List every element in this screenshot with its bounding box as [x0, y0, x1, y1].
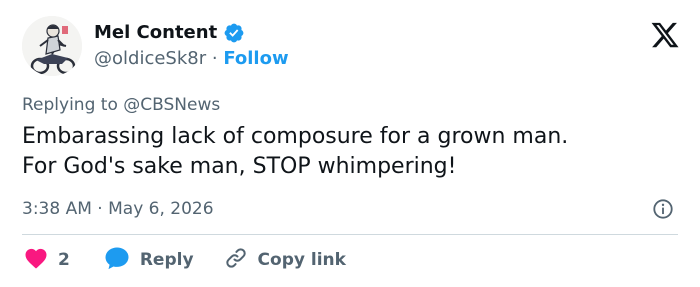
tweet-text: Embarassing lack of composure for a grow… — [22, 122, 672, 182]
divider — [22, 234, 678, 235]
author-display-name[interactable]: Mel Content — [94, 22, 217, 44]
reply-button[interactable]: Reply — [104, 246, 194, 275]
tweet-text-line: For God's sake man, STOP whimpering! — [22, 154, 457, 179]
tweet-date: May 6, 2026 — [108, 199, 214, 219]
link-icon — [224, 246, 248, 275]
tweet-text-line: Embarassing lack of composure for a grow… — [22, 124, 569, 149]
tweet-timestamp[interactable]: 3:38 AM · May 6, 2026 — [22, 198, 214, 220]
follow-link[interactable]: Follow — [223, 48, 288, 69]
tweet-time: 3:38 AM — [22, 199, 92, 219]
author-handle-row: @oldiceSk8r · Follow — [94, 48, 289, 70]
replying-to-handle[interactable]: @CBSNews — [123, 95, 220, 115]
heart-icon — [24, 247, 48, 274]
reply-label: Reply — [139, 250, 194, 270]
like-button[interactable]: 2 — [24, 247, 70, 274]
like-count: 2 — [58, 250, 70, 270]
author-handle[interactable]: @oldiceSk8r — [94, 48, 206, 69]
verified-badge-icon — [223, 22, 245, 44]
replying-to: Replying to @CBSNews — [22, 94, 220, 116]
avatar-illustration-icon — [22, 16, 82, 76]
speech-bubble-icon — [104, 246, 130, 275]
tweet-card: Mel Content @oldiceSk8r · Follow Replyin… — [0, 0, 700, 287]
timestamp-separator: · — [97, 199, 103, 219]
copy-link-label: Copy link — [257, 250, 346, 270]
info-icon[interactable] — [652, 198, 674, 220]
author-name-row: Mel Content — [94, 22, 245, 44]
replying-to-prefix: Replying to — [22, 95, 118, 115]
copy-link-button[interactable]: Copy link — [224, 246, 346, 275]
avatar[interactable] — [22, 16, 82, 76]
handle-separator: · — [211, 48, 218, 69]
action-bar: 2 Reply Copy link — [24, 246, 346, 275]
x-logo-icon[interactable] — [650, 20, 680, 50]
